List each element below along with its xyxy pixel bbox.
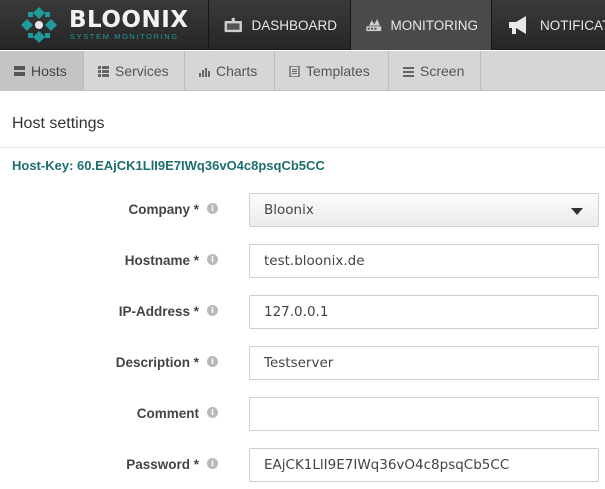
tab-hosts-label: Hosts [31,63,67,79]
ip-address-label: IP-Address * [118,304,199,319]
comment-input[interactable] [249,397,599,431]
tab-charts-label: Charts [216,63,258,79]
hostname-row: Hostname * i test.bloonix.de [0,244,605,278]
tab-templates-label: Templates [306,63,370,79]
hostname-info-icon[interactable]: i [207,254,218,265]
description-input[interactable]: Testserver [249,346,599,380]
monitoring-icon [366,18,382,32]
password-input[interactable]: EAjCK1LlI9E7IWq36vO4c8psqCb5CC [249,448,599,482]
company-info-icon[interactable]: i [207,203,218,214]
hostname-input[interactable]: test.bloonix.de [249,244,599,278]
sub-navigation: Hosts Services Charts Templates Screen [0,51,605,91]
nav-notifications[interactable]: NOTIFICAT [491,0,605,50]
tab-screen[interactable]: Screen [389,51,481,91]
nav-monitoring[interactable]: MONITORING [350,0,491,50]
ip-address-input[interactable]: 127.0.0.1 [249,295,599,329]
comment-row: Comment i [0,397,605,431]
brand-name: BLOONIX [69,7,189,33]
hostname-label: Hostname * [124,253,199,268]
brand-subtitle: SYSTEM MONITORING [70,32,179,41]
nav-dashboard-label: DASHBOARD [251,17,337,33]
password-info-icon[interactable]: i [207,458,218,469]
bar-chart-icon [199,67,210,77]
ip-address-row: IP-Address * i 127.0.0.1 [0,295,605,329]
tab-services[interactable]: Services [84,51,185,91]
megaphone-icon [509,16,526,34]
nav-monitoring-label: MONITORING [390,17,479,33]
company-row: Company * i Bloonix [0,193,605,227]
tab-services-label: Services [115,63,169,79]
company-label: Company * [128,202,199,217]
title-divider [0,147,605,148]
bloonix-logo[interactable]: BLOONIX SYSTEM MONITORING [0,0,208,50]
dashboard-icon [224,17,242,33]
comment-info-icon[interactable]: i [207,407,218,418]
main-navigation: DASHBOARD MONITORING NOTIFICAT [208,0,605,50]
tab-charts[interactable]: Charts [185,51,275,91]
document-icon [289,65,300,77]
chevron-down-icon [571,208,583,215]
company-select[interactable]: Bloonix [249,193,599,227]
description-label: Description * [115,355,199,370]
nav-notifications-label: NOTIFICAT [540,17,605,33]
list-icon [98,65,109,77]
password-label: Password * [126,457,199,472]
host-key: Host-Key: 60.EAjCK1LlI9E7IWq36vO4c8psqCb… [12,158,325,173]
tab-hosts[interactable]: Hosts [0,51,84,91]
password-row: Password * i EAjCK1LlI9E7IWq36vO4c8psqCb… [0,448,605,482]
description-info-icon[interactable]: i [207,356,218,367]
description-row: Description * i Testserver [0,346,605,380]
top-header: BLOONIX SYSTEM MONITORING DASHBOARD MONI… [0,0,605,50]
comment-label: Comment [136,406,199,421]
nav-dashboard[interactable]: DASHBOARD [208,0,350,50]
screen-icon [403,66,414,77]
tab-screen-label: Screen [420,63,465,79]
ip-address-info-icon[interactable]: i [207,305,218,316]
hosts-icon [14,65,25,76]
tab-templates[interactable]: Templates [275,51,389,91]
page-title: Host settings [12,115,105,132]
bloonix-logo-icon [21,7,57,43]
company-value: Bloonix [264,202,314,218]
